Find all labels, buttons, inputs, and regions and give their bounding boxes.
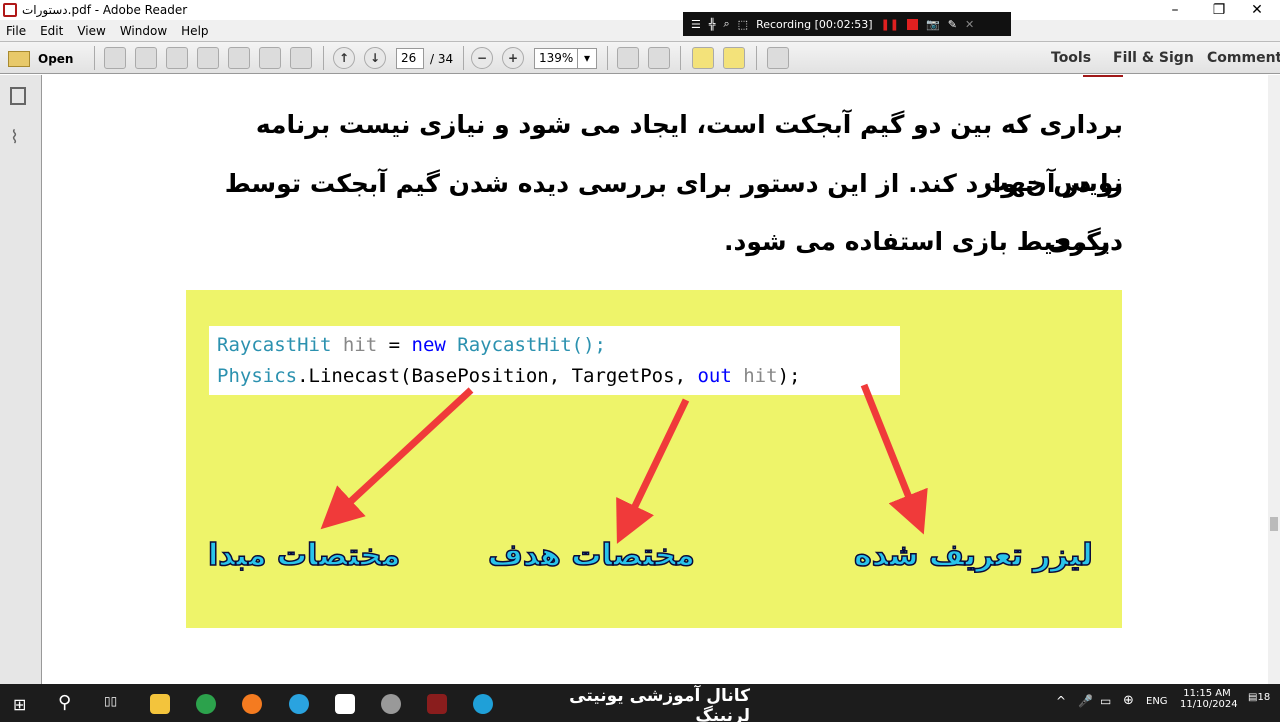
crop-icon[interactable]: ⬚ [738, 18, 748, 31]
pause-icon[interactable]: ❚❚ [881, 18, 899, 31]
time: 11:15 AM [1183, 688, 1231, 699]
windows-start-icon[interactable]: ⊞ [13, 695, 26, 714]
edit-icon[interactable] [166, 47, 188, 69]
vertical-scrollbar[interactable] [1268, 75, 1280, 684]
page-number-input[interactable]: 26 [396, 48, 424, 69]
clock[interactable]: 11:15 AM 11/10/2024 [1180, 688, 1238, 710]
network-icon[interactable]: ⊕ [1123, 693, 1134, 708]
fill-sign-tab[interactable]: Fill & Sign [1113, 50, 1194, 66]
region-icon[interactable]: ⌕ [724, 17, 730, 31]
arrow-laser [860, 383, 928, 535]
pages-icon[interactable] [10, 87, 26, 105]
fit-page-icon[interactable] [617, 47, 639, 69]
recorder-close-icon[interactable]: ✕ [965, 18, 974, 31]
close-button[interactable]: ✕ [1234, 0, 1280, 20]
settings-icon[interactable] [381, 694, 401, 714]
microphone-icon[interactable]: 🎤 [1078, 694, 1093, 708]
stop-icon[interactable] [907, 18, 919, 30]
telegram-icon[interactable] [289, 694, 309, 714]
cloud-upload-icon[interactable] [197, 47, 219, 69]
shrink-icon[interactable]: ╬ [709, 18, 716, 31]
battery-icon[interactable]: ▭ [1100, 694, 1111, 708]
firefox-icon[interactable] [242, 694, 262, 714]
edge-icon[interactable] [473, 694, 493, 714]
fullscreen-icon[interactable] [767, 47, 789, 69]
channel-watermark: کانال آموزشی یونیتی لرنینگ [569, 686, 750, 726]
arrow-target [616, 398, 690, 544]
minimize-button[interactable]: – [1152, 0, 1198, 20]
window-title: دستورات.pdf - Adobe Reader [22, 3, 188, 17]
attachment-icon[interactable]: ⌇ [10, 127, 19, 148]
label-laser: لیزر تعریف شده [853, 537, 1093, 574]
toolbar: Open ↑ ↓ 26 / 34 − + 139% ▾ Tools Fill &… [0, 41, 1280, 74]
date: 11/10/2024 [1180, 699, 1238, 710]
email-icon[interactable] [290, 47, 312, 69]
zoom-out-icon[interactable]: − [471, 47, 493, 69]
menu-view[interactable]: View [77, 24, 105, 38]
zoom-dropdown-icon[interactable]: ▾ [577, 48, 597, 69]
file-explorer-icon[interactable] [150, 694, 170, 714]
zoom-in-icon[interactable]: + [502, 47, 524, 69]
label-target: مختصات هدف [487, 537, 695, 574]
code-figure: RaycastHit hit = new RaycastHit(); Physi… [186, 290, 1122, 628]
task-view-icon[interactable]: ▯▯ [104, 694, 117, 708]
highlight-text-icon[interactable] [723, 47, 745, 69]
camera-icon[interactable]: 📷 [926, 18, 940, 31]
arrow-origin [320, 387, 474, 530]
recording-status: Recording [00:02:53] [756, 17, 873, 31]
pdf-icon [3, 3, 17, 17]
language-indicator[interactable]: ENG [1146, 696, 1168, 707]
zoom-input[interactable]: 139% [534, 48, 578, 69]
folder-icon [8, 51, 30, 67]
notification-count: 18 [1257, 692, 1271, 703]
comment-tab[interactable]: Comment [1207, 50, 1280, 66]
fit-width-icon[interactable] [648, 47, 670, 69]
print-icon[interactable] [259, 47, 281, 69]
navigation-panel: ⌇ [0, 75, 42, 684]
open-label: Open [38, 52, 74, 66]
tray-chevron-icon[interactable]: ^ [1056, 694, 1066, 708]
document-page: برداری که بین دو گیم آبجکت است، ایجاد می… [43, 75, 1268, 684]
page-total: / 34 [430, 52, 454, 66]
title-bar: دستورات.pdf - Adobe Reader – ❐ ✕ [0, 0, 1280, 20]
cut-off-text [1083, 75, 1123, 77]
create-pdf-icon[interactable] [104, 47, 126, 69]
notifications-icon[interactable]: ▤18 [1248, 692, 1270, 703]
app-icon[interactable] [427, 694, 447, 714]
store-icon[interactable] [335, 694, 355, 714]
page-down-icon[interactable]: ↓ [364, 47, 386, 69]
pen-icon[interactable]: ✎ [948, 18, 957, 31]
recorder-bar: ☰ ╬ ⌕ ⬚ Recording [00:02:53] ❚❚ 📷 ✎ ✕ [683, 12, 1011, 36]
menu-help[interactable]: Help [181, 24, 208, 38]
menu-file[interactable]: File [6, 24, 26, 38]
search-icon[interactable]: ⚲ [58, 692, 71, 713]
page-up-icon[interactable]: ↑ [333, 47, 355, 69]
label-origin: مختصات مبدا [207, 537, 401, 574]
tools-tab[interactable]: Tools [1051, 50, 1091, 66]
menu-bar: File Edit View Window Help [0, 20, 1280, 41]
menu-edit[interactable]: Edit [40, 24, 63, 38]
menu-window[interactable]: Window [120, 24, 167, 38]
comment-bubble-icon[interactable] [692, 47, 714, 69]
paragraph-line-3: در محیط بازی استفاده می شود. [724, 227, 1123, 256]
open-button[interactable]: Open [8, 48, 88, 70]
menu-icon[interactable]: ☰ [691, 18, 701, 31]
export-icon[interactable] [135, 47, 157, 69]
chrome-icon[interactable] [196, 694, 216, 714]
taskbar: ⊞ ⚲ ▯▯ کانال آموزشی یونیتی لرنینگ ^ 🎤 ▭ … [0, 684, 1280, 726]
scrollbar-thumb[interactable] [1270, 517, 1278, 531]
arrows [320, 383, 928, 544]
save-icon[interactable] [228, 47, 250, 69]
